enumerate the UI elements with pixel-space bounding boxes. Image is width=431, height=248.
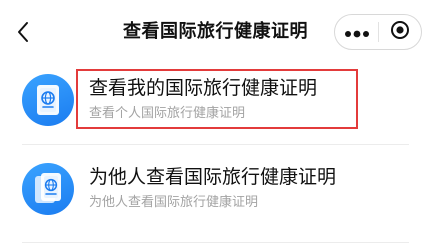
- item-subtitle: 为他人查看国际旅行健康证明: [89, 195, 259, 210]
- item-title: 查看我的国际旅行健康证明: [89, 77, 318, 99]
- list-item-my-certificate[interactable]: 查看我的国际旅行健康证明 查看个人国际旅行健康证明: [0, 66, 431, 141]
- more-button[interactable]: [335, 15, 378, 49]
- page: 查看国际旅行健康证明 查看我的国际旅行健康证明 查看个人国际旅行健康证明 为他人…: [0, 0, 431, 248]
- close-button[interactable]: [379, 15, 421, 49]
- list-item-others-certificate[interactable]: 为他人查看国际旅行健康证明 为他人查看国际旅行健康证明: [0, 155, 431, 230]
- divider: [22, 242, 409, 243]
- navigation-bar: 查看国际旅行健康证明: [0, 0, 431, 60]
- more-dots-icon: [344, 23, 370, 42]
- item-title: 为他人查看国际旅行健康证明: [89, 166, 337, 188]
- chevron-left-icon: [12, 18, 36, 46]
- divider: [22, 144, 409, 145]
- mini-program-capsule: [334, 14, 422, 50]
- item-subtitle: 查看个人国际旅行健康证明: [89, 106, 246, 121]
- back-button[interactable]: [12, 18, 36, 46]
- passport-globe-icon: [22, 163, 74, 215]
- record-target-icon: [390, 20, 410, 44]
- passport-globe-icon: [22, 74, 74, 126]
